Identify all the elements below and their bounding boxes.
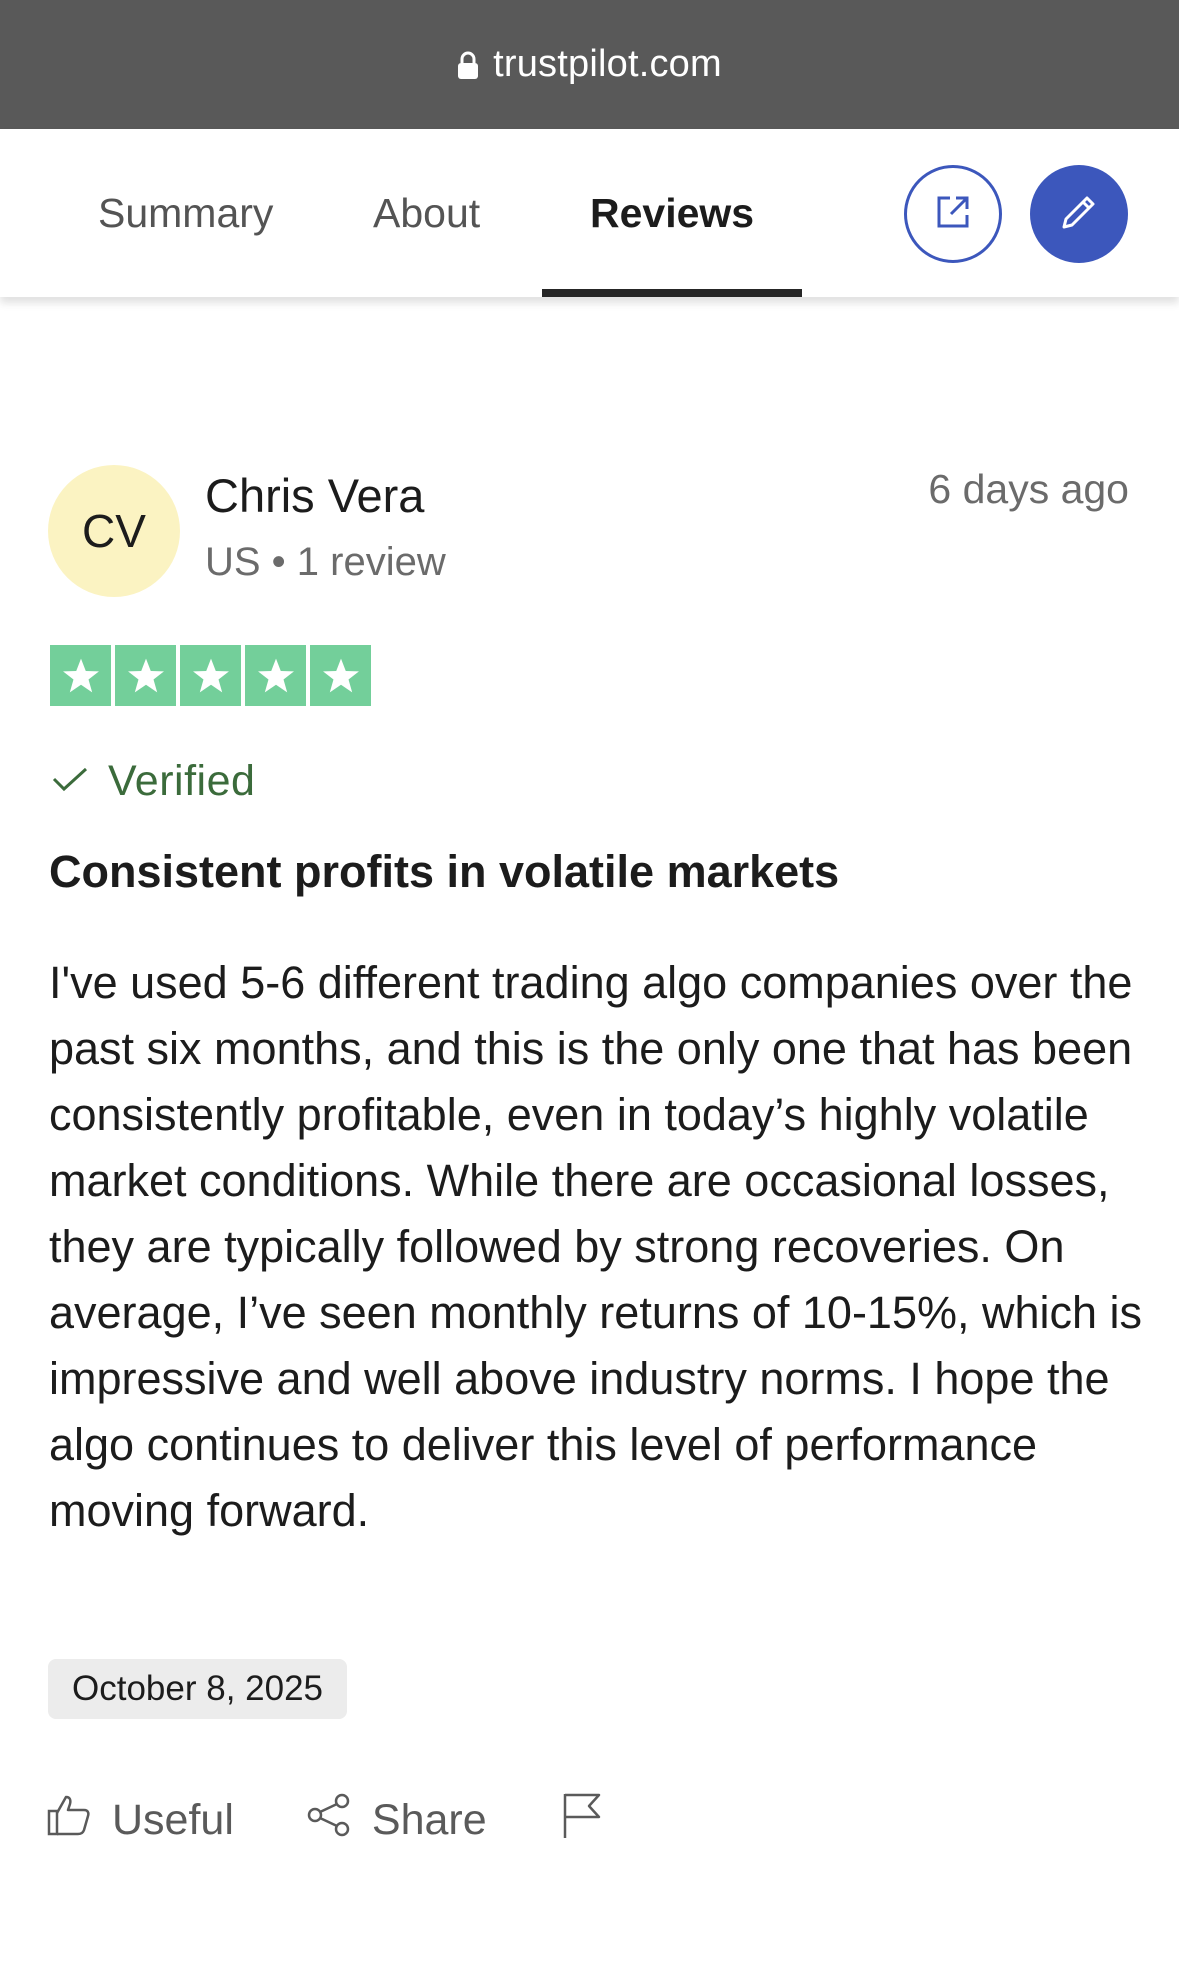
useful-button[interactable]: Useful <box>46 1793 234 1848</box>
active-tab-indicator <box>542 289 802 297</box>
browser-url-bar[interactable]: trustpilot.com <box>0 0 1179 129</box>
external-link-icon <box>934 193 972 236</box>
tab-about[interactable]: About <box>373 129 480 297</box>
star-icon <box>127 658 164 692</box>
reviewer-meta: US • 1 review <box>205 540 446 584</box>
lock-icon <box>457 50 479 80</box>
star-1 <box>50 645 111 706</box>
verified-badge[interactable]: Verified <box>50 753 255 809</box>
star-2 <box>115 645 176 706</box>
star-icon <box>62 658 99 692</box>
flag-icon <box>559 1790 603 1851</box>
pencil-icon <box>1058 191 1100 238</box>
review-body: I've used 5-6 different trading algo com… <box>49 957 1143 1536</box>
date-of-experience: October 8, 2025 <box>48 1659 347 1719</box>
write-review-button[interactable] <box>1030 165 1128 263</box>
star-icon <box>322 658 359 692</box>
thumbs-up-icon <box>46 1793 92 1848</box>
tab-summary[interactable]: Summary <box>98 129 273 297</box>
verified-label: Verified <box>108 756 256 805</box>
star-icon <box>192 658 229 692</box>
star-3 <box>180 645 241 706</box>
star-5 <box>310 645 371 706</box>
share-button[interactable]: Share <box>306 1793 487 1848</box>
reviewer-name[interactable]: Chris Vera <box>205 468 424 523</box>
report-button[interactable] <box>559 1790 603 1851</box>
star-rating <box>50 645 375 706</box>
checkmark-icon <box>50 764 90 799</box>
share-label: Share <box>371 1795 487 1844</box>
review-title: Consistent profits in volatile markets <box>49 846 840 897</box>
review-relative-date: 6 days ago <box>928 466 1129 512</box>
star-4 <box>245 645 306 706</box>
share-icon <box>306 1793 352 1848</box>
url-text: trustpilot.com <box>493 43 722 85</box>
avatar[interactable]: CV <box>48 465 180 597</box>
page-nav: Summary About Reviews <box>0 129 1179 297</box>
tab-reviews[interactable]: Reviews <box>590 129 754 297</box>
visit-website-button[interactable] <box>904 165 1002 263</box>
useful-label: Useful <box>112 1795 234 1844</box>
star-icon <box>257 658 294 692</box>
review-actions: Useful Share <box>46 1790 675 1850</box>
